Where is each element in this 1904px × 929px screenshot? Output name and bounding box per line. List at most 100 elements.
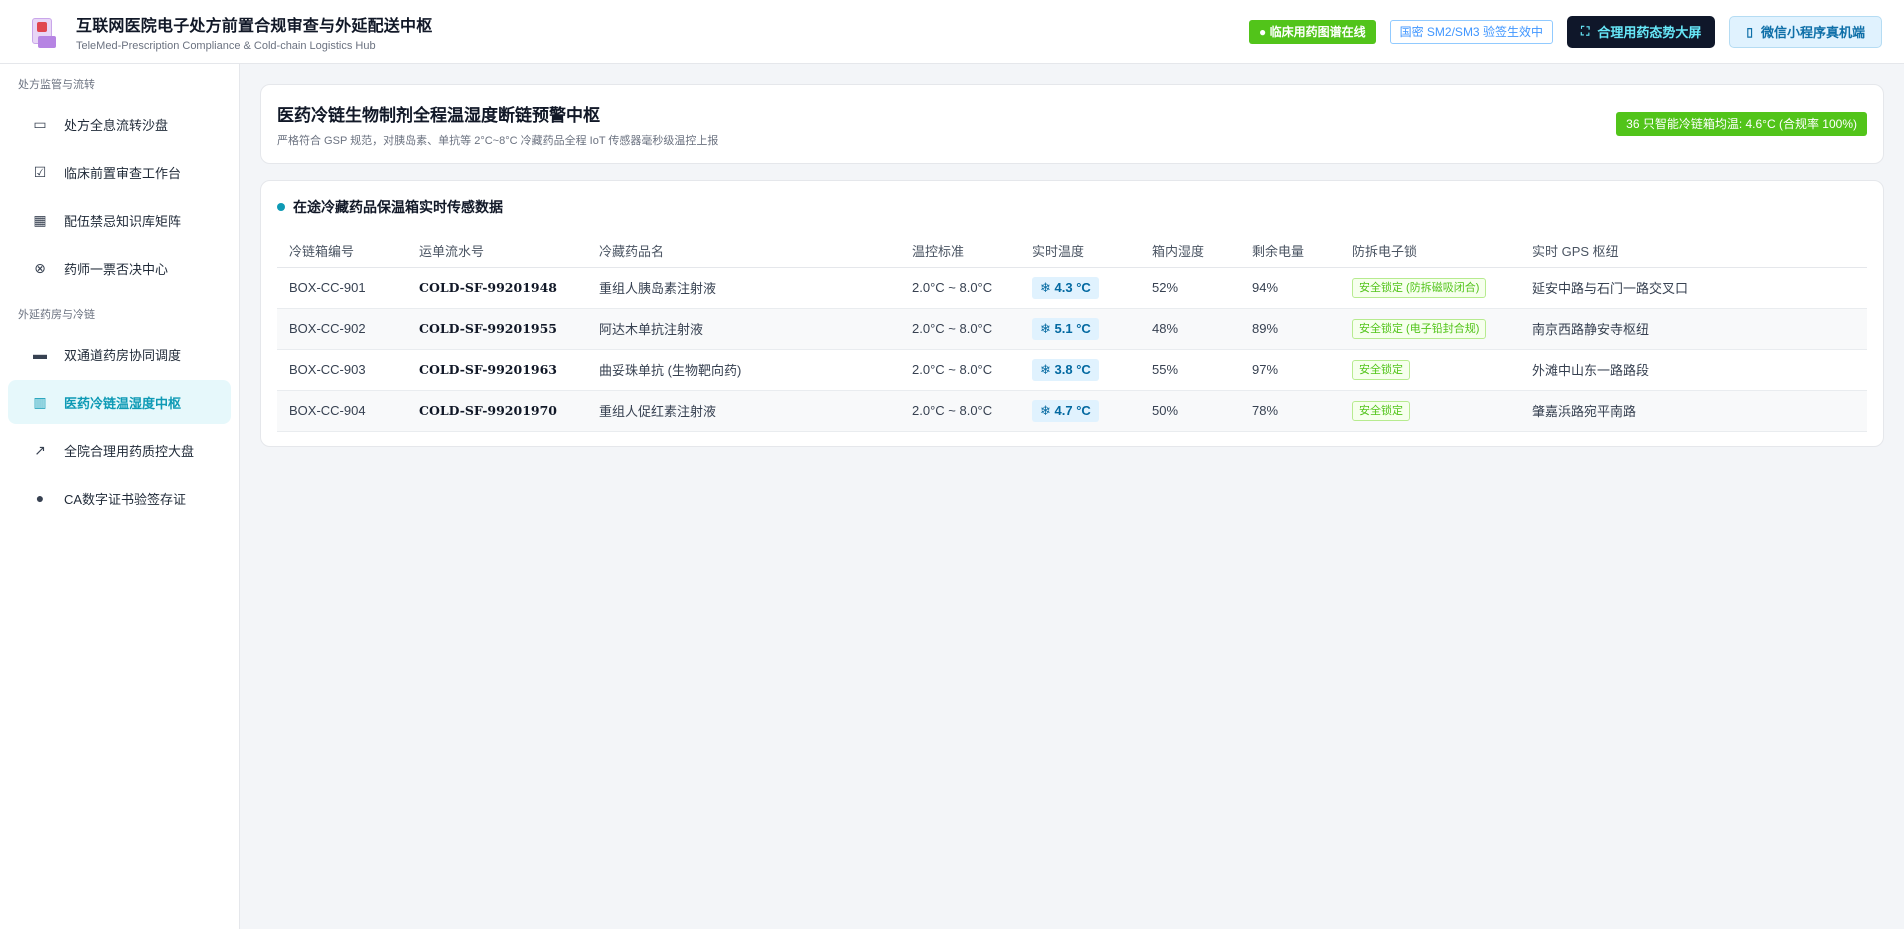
drug-name: 曲妥珠单抗 (生物靶向药) xyxy=(587,349,900,391)
bigscreen-button[interactable]: ⛶ 合理用药态势大屏 xyxy=(1566,15,1716,48)
column-header: 温控标准 xyxy=(900,235,1020,268)
realtime-temp-badge: ❄ 4.3 °C xyxy=(1032,276,1099,299)
gps-location: 延安中路与石门一路交叉口 xyxy=(1520,267,1867,309)
waybill-number: COLD-SF-99201955 xyxy=(407,308,587,350)
sidebar-item-label: 临床前置审查工作台 xyxy=(64,165,182,181)
gps-location: 外滩中山东一路路段 xyxy=(1520,349,1867,391)
section-dot-icon xyxy=(277,203,285,211)
header-actions: ● 临床用药图谱在线 国密 SM2/SM3 验签生效中 ⛶ 合理用药态势大屏 ▯… xyxy=(1249,15,1882,48)
panel-heading: 医药冷链生物制剂全程温湿度断链预警中枢 严格符合 GSP 规范，对胰岛素、单抗等… xyxy=(277,101,718,148)
app-title: 互联网医院电子处方前置合规审查与外延配送中枢 xyxy=(76,17,433,35)
gps-location: 南京西路静安寺枢纽 xyxy=(1520,308,1867,350)
waybill-number: COLD-SF-99201970 xyxy=(407,390,587,432)
humidity: 52% xyxy=(1140,267,1240,309)
temp-cell: ❄ 4.7 °C xyxy=(1020,390,1140,432)
drug-name: 阿达木单抗注射液 xyxy=(587,308,900,350)
sidebar-group-label: 外延药房与冷链 xyxy=(18,309,95,321)
temp-range: 2.0°C ~ 8.0°C xyxy=(900,349,1020,391)
grid-icon: ▦ xyxy=(33,211,47,228)
column-header: 冷藏药品名 xyxy=(587,235,900,268)
sidebar-item-ca-certificate[interactable]: ● CA数字证书验签存证 xyxy=(8,476,231,520)
column-header: 实时温度 xyxy=(1020,235,1140,268)
column-header: 实时 GPS 枢纽 xyxy=(1520,235,1867,268)
presentation-board-icon: ▭ xyxy=(33,115,47,132)
table-row: BOX-CC-903 COLD-SF-99201963 曲妥珠单抗 (生物靶向药… xyxy=(277,349,1867,391)
temp-range: 2.0°C ~ 8.0°C xyxy=(900,308,1020,350)
column-header: 运单流水号 xyxy=(407,235,587,268)
sidebar-item-incompatibility-matrix[interactable]: ▦ 配伍禁忌知识库矩阵 xyxy=(8,198,231,242)
sidebar-item-quality-dashboard[interactable]: ↗ 全院合理用药质控大盘 xyxy=(8,428,231,472)
table-header-row: 冷链箱编号 运单流水号 冷藏药品名 温控标准 实时温度 箱内湿度 剩余电量 防拆… xyxy=(277,235,1867,268)
fridge-icon: ▥ xyxy=(33,393,47,410)
table-row: BOX-CC-904 COLD-SF-99201970 重组人促红素注射液 2.… xyxy=(277,390,1867,432)
temp-cell: ❄ 4.3 °C xyxy=(1020,267,1140,309)
sidebar-item-flow-sandbox[interactable]: ▭ 处方全息流转沙盘 xyxy=(8,102,231,146)
close-circle-icon: ⊗ xyxy=(34,259,46,276)
sidebar-item-review-workbench[interactable]: ☑ 临床前置审查工作台 xyxy=(8,150,231,194)
user-icon: ● xyxy=(35,490,45,506)
lock-status-badge: 安全锁定 (防拆磁吸闭合) xyxy=(1352,277,1487,298)
page-subtitle: 严格符合 GSP 规范，对胰岛素、单抗等 2°C~8°C 冷藏药品全程 IoT … xyxy=(277,134,719,147)
temp-cell: ❄ 3.8 °C xyxy=(1020,349,1140,391)
lock-cell: 安全锁定 (电子铅封合规) xyxy=(1340,308,1520,350)
gps-location: 肇嘉浜路宛平南路 xyxy=(1520,390,1867,432)
average-temp-badge: 36 只智能冷链箱均温: 4.6°C (合规率 100%) xyxy=(1616,112,1867,136)
sidebar-group-label: 处方监管与流转 xyxy=(18,79,95,91)
sensor-table: 冷链箱编号 运单流水号 冷藏药品名 温控标准 实时温度 箱内湿度 剩余电量 防拆… xyxy=(277,235,1867,432)
column-header: 冷链箱编号 xyxy=(277,235,407,268)
temp-range: 2.0°C ~ 8.0°C xyxy=(900,390,1020,432)
drug-name: 重组人促红素注射液 xyxy=(587,390,900,432)
sidebar-item-label: CA数字证书验签存证 xyxy=(64,491,187,507)
phone-icon: ▯ xyxy=(1746,24,1753,39)
sidebar-item-label: 配伍禁忌知识库矩阵 xyxy=(64,213,182,229)
desktop-icon: ▬ xyxy=(33,346,47,362)
file-check-icon: ☑ xyxy=(33,163,47,180)
temp-cell: ❄ 5.1 °C xyxy=(1020,308,1140,350)
sidebar: 处方监管与流转 ▭ 处方全息流转沙盘 ☑ 临床前置审查工作台 ▦ 配伍禁忌知识库… xyxy=(0,64,240,929)
lock-status-badge: 安全锁定 (电子铅封合规) xyxy=(1352,318,1487,339)
battery: 94% xyxy=(1240,267,1340,309)
box-id: BOX-CC-901 xyxy=(277,267,407,309)
sidebar-item-veto-center[interactable]: ⊗ 药师一票否决中心 xyxy=(8,246,231,290)
sensor-table-card: 在途冷藏药品保温箱实时传感数据 冷链箱编号 运单流水号 冷藏药品名 温控标准 实… xyxy=(260,180,1884,447)
battery: 97% xyxy=(1240,349,1340,391)
waybill-number: COLD-SF-99201948 xyxy=(407,267,587,309)
humidity: 50% xyxy=(1140,390,1240,432)
section-title: 在途冷藏药品保温箱实时传感数据 xyxy=(277,197,1867,217)
top-header: 互联网医院电子处方前置合规审查与外延配送中枢 TeleMed-Prescript… xyxy=(0,0,1904,64)
table-row: BOX-CC-902 COLD-SF-99201955 阿达木单抗注射液 2.0… xyxy=(277,308,1867,350)
drug-name: 重组人胰岛素注射液 xyxy=(587,267,900,309)
waybill-number: COLD-SF-99201963 xyxy=(407,349,587,391)
miniapp-button[interactable]: ▯ 微信小程序真机端 xyxy=(1729,15,1882,48)
lock-cell: 安全锁定 (防拆磁吸闭合) xyxy=(1340,267,1520,309)
column-header: 箱内湿度 xyxy=(1140,235,1240,268)
hospital-logo-icon xyxy=(28,16,58,48)
panel-header-card: 医药冷链生物制剂全程温湿度断链预警中枢 严格符合 GSP 规范，对胰岛素、单抗等… xyxy=(260,84,1884,164)
graph-online-badge: ● 临床用药图谱在线 xyxy=(1249,19,1376,44)
column-header: 剩余电量 xyxy=(1240,235,1340,268)
sidebar-item-pharmacy-dispatch[interactable]: ▬ 双通道药房协同调度 xyxy=(8,332,231,376)
lock-cell: 安全锁定 xyxy=(1340,390,1520,432)
app-subtitle: TeleMed-Prescription Compliance & Cold-c… xyxy=(76,39,376,52)
section-title-label: 在途冷藏药品保温箱实时传感数据 xyxy=(293,199,503,215)
realtime-temp-badge: ❄ 3.8 °C xyxy=(1032,358,1099,381)
lock-cell: 安全锁定 xyxy=(1340,349,1520,391)
temp-range: 2.0°C ~ 8.0°C xyxy=(900,267,1020,309)
realtime-temp-badge: ❄ 4.7 °C xyxy=(1032,399,1099,422)
sidebar-item-label: 医药冷链温湿度中枢 xyxy=(64,395,182,411)
table-row: BOX-CC-901 COLD-SF-99201948 重组人胰岛素注射液 2.… xyxy=(277,267,1867,309)
fullscreen-icon: ⛶ xyxy=(1580,24,1590,38)
box-id: BOX-CC-903 xyxy=(277,349,407,391)
lock-status-badge: 安全锁定 xyxy=(1352,359,1410,380)
box-id: BOX-CC-904 xyxy=(277,390,407,432)
page-title: 医药冷链生物制剂全程温湿度断链预警中枢 xyxy=(277,105,600,125)
sidebar-item-label: 药师一票否决中心 xyxy=(64,261,169,277)
miniapp-button-label: 微信小程序真机端 xyxy=(1760,25,1865,40)
sidebar-item-label: 处方全息流转沙盘 xyxy=(64,117,169,133)
battery: 78% xyxy=(1240,390,1340,432)
sidebar-item-cold-chain[interactable]: ▥ 医药冷链温湿度中枢 xyxy=(8,380,231,424)
battery: 89% xyxy=(1240,308,1340,350)
realtime-temp-badge: ❄ 5.1 °C xyxy=(1032,317,1099,340)
sidebar-item-label: 双通道药房协同调度 xyxy=(64,347,182,363)
bigscreen-button-label: 合理用药态势大屏 xyxy=(1597,25,1702,40)
